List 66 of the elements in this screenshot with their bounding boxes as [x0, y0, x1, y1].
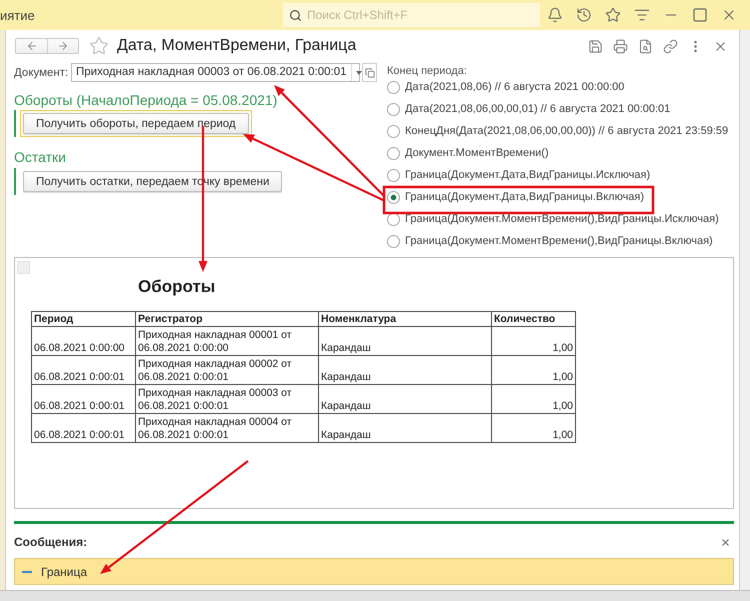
table-cell: Приходная накладная 00001 от 06.08.2021 0:00:00 [136, 326, 318, 356]
form-title: Дата, МоментВремени, Граница [117, 37, 356, 55]
message-text: Граница [41, 564, 88, 578]
radio-button[interactable] [387, 190, 400, 204]
open-button[interactable] [362, 63, 377, 82]
radio-label[interactable]: Граница(Документ.МоментВремени(),ВидГраницы.Исключая) [405, 213, 719, 225]
link-icon[interactable] [663, 38, 678, 54]
preview-icon[interactable] [638, 38, 653, 54]
document-field[interactable]: Приходная накладная 00003 от 06.08.2021 0:00:01 [71, 63, 360, 82]
table-cell: 06.08.2021 0:00:00 [32, 326, 136, 356]
table-cell: Приходная накладная 00002 от 06.08.2021 0:00:01 [136, 356, 318, 384]
square-icon [17, 261, 30, 274]
radio-button[interactable] [387, 234, 400, 248]
radio-button[interactable] [387, 124, 400, 138]
radio-label[interactable]: Граница(Документ.МоментВремени(),ВидГраницы.Включая) [405, 235, 713, 247]
table-cell: 06.08.2021 0:00:01 [32, 384, 136, 414]
caret-icon [356, 70, 362, 74]
table-cell: 1,00 [492, 326, 576, 356]
radio-button[interactable] [387, 102, 400, 116]
table-cell: Приходная накладная 00003 от 06.08.2021 0:00:01 [136, 384, 318, 414]
table-header-cell: Регистратор [136, 312, 318, 326]
radio-label[interactable]: Граница(Документ.Дата,ВидГраницы.Включая) [405, 191, 644, 203]
table-cell: Карандаш [318, 326, 492, 356]
bell-icon[interactable] [547, 7, 563, 23]
table-cell: Карандаш [318, 384, 492, 414]
history-icon[interactable] [576, 7, 592, 23]
radio-label[interactable]: Дата(2021,08,06,00,00,01) // 6 августа 2021 00:00:01 [405, 103, 670, 115]
radio-button[interactable] [387, 146, 400, 160]
close-icon[interactable] [720, 536, 731, 548]
dash-icon [22, 570, 32, 572]
table-cell: 06.08.2021 0:00:01 [32, 356, 136, 384]
table-cell: 06.08.2021 0:00:01 [32, 414, 136, 442]
document-label: Документ: [14, 66, 70, 78]
radio-label[interactable]: Документ.МоментВремени() [405, 147, 549, 159]
group-title: Обороты (НачалоПериода = 05.08.2021) [14, 92, 278, 109]
menu-icon[interactable] [634, 7, 650, 23]
search-field[interactable]: Поиск Ctrl+Shift+F [283, 3, 540, 27]
report-title: Обороты [138, 277, 216, 297]
table-header-cell: Количество [492, 312, 576, 326]
table-cell: 1,00 [492, 414, 576, 442]
maximize-icon[interactable] [692, 7, 708, 23]
table-header-cell: Номенклатура [318, 312, 492, 326]
messages-title: Сообщения: [14, 535, 88, 549]
table-header-cell: Период [32, 312, 136, 326]
radio-label[interactable]: Граница(Документ.Дата,ВидГраницы.Исключая) [405, 169, 650, 181]
save-icon[interactable] [588, 38, 603, 54]
table-cell: Приходная накладная 00004 от 06.08.2021 0:00:01 [136, 414, 318, 442]
table-cell: 1,00 [492, 356, 576, 384]
table-cell: Карандаш [318, 356, 492, 384]
star-icon[interactable] [89, 36, 109, 56]
printer-icon[interactable] [613, 38, 628, 54]
radio-label[interactable]: Дата(2021,08,06) // 6 августа 2021 00:00:00 [405, 81, 624, 93]
group-title: Остатки [14, 149, 67, 166]
open-icon [364, 68, 374, 78]
table-cell: 1,00 [492, 384, 576, 414]
star-icon[interactable] [605, 7, 621, 23]
period-end-label: Конец периода: [387, 64, 468, 78]
right-arrow-icon [57, 40, 69, 52]
radio-button[interactable] [387, 168, 400, 182]
app-title: иятие [0, 8, 36, 22]
radio-button[interactable] [387, 80, 400, 94]
search-icon [289, 8, 302, 22]
left-arrow-icon [26, 40, 38, 52]
radio-label[interactable]: КонецДня(Дата(2021,08,06,00,00,00)) // 6 августа 2021 23:59:59 [405, 125, 728, 137]
table-cell: Карандаш [318, 414, 492, 442]
action-button[interactable]: Получить обороты, передаем период [23, 113, 249, 134]
